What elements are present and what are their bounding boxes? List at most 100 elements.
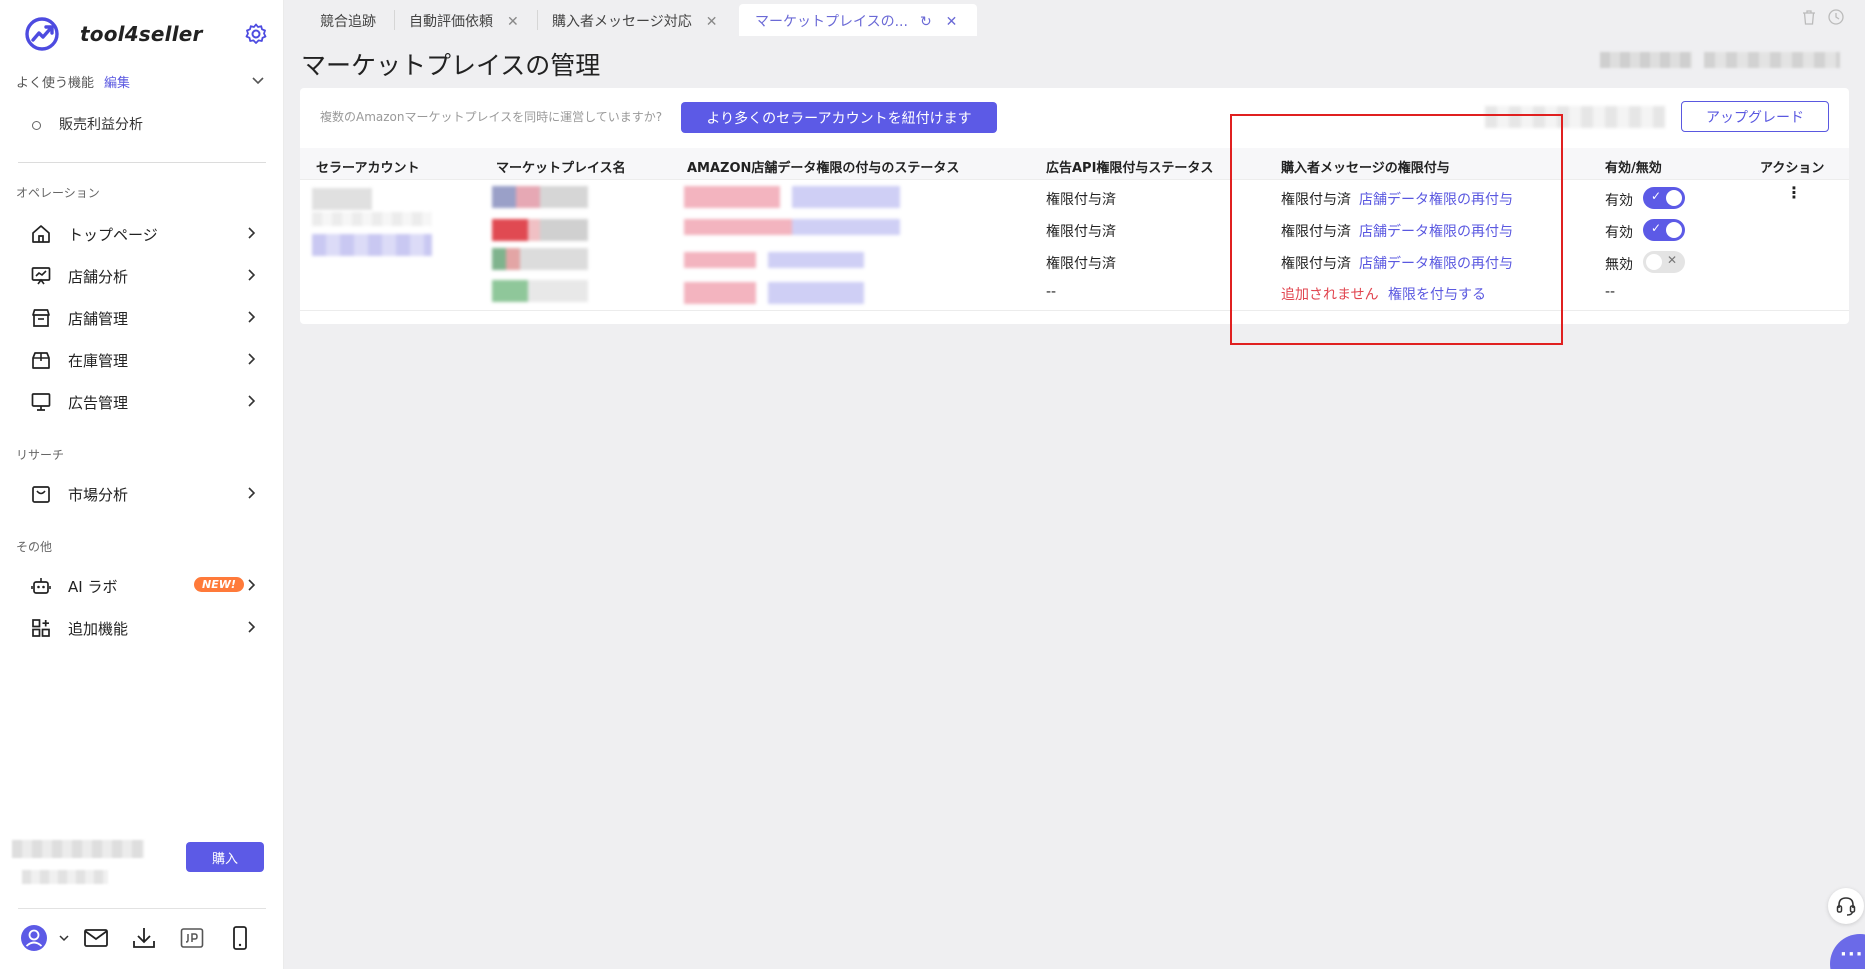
- chevron-right-icon: [248, 395, 256, 407]
- ad-api-status: 権限付与済: [1046, 256, 1116, 272]
- user-avatar-icon[interactable]: [20, 924, 48, 952]
- chevron-right-icon: [248, 311, 256, 323]
- tab-label: 購入者メッセージ対応: [552, 14, 692, 30]
- marketplace-name-redacted: [492, 219, 588, 241]
- refresh-icon[interactable]: ↻: [920, 14, 932, 30]
- new-badge: NEW!: [194, 577, 244, 592]
- sidebar: tool4seller よく使う機能 編集 販売利益分析 オペレーション トップ…: [0, 0, 284, 969]
- sidebar-item-inventory-management[interactable]: 在庫管理: [30, 347, 260, 373]
- header-info-redacted: [1704, 52, 1840, 68]
- sidebar-item-label: 店舗管理: [68, 310, 129, 328]
- headset-icon: [1836, 897, 1856, 916]
- shopping-bag-icon: [32, 486, 50, 503]
- upgrade-button[interactable]: アップグレード: [1681, 101, 1829, 132]
- tab-auto-review-request[interactable]: 自動評価依頼 ✕: [409, 4, 519, 36]
- tab-competitor-tracking[interactable]: 競合追跡: [320, 4, 376, 36]
- logo-icon: [25, 17, 59, 51]
- box-icon: [32, 352, 50, 369]
- chart-board-icon: [31, 267, 51, 285]
- sidebar-item-market-analysis[interactable]: 市場分析: [30, 481, 260, 507]
- logo[interactable]: tool4seller: [24, 16, 274, 52]
- support-button[interactable]: [1828, 888, 1864, 924]
- favorites-label: よく使う機能: [16, 76, 95, 91]
- favorite-item-label: 販売利益分析: [59, 117, 143, 133]
- sidebar-bottom-divider: [18, 908, 266, 909]
- tab-marketplace-management[interactable]: マーケットプレイスの... ↻ ✕: [739, 4, 977, 36]
- chevron-down-icon[interactable]: [58, 932, 70, 944]
- marketplace-panel: 複数のAmazonマーケットプレイスを同時に運営していますか? より多くのセラー…: [300, 88, 1849, 324]
- home-icon: [32, 225, 50, 243]
- section-title-operations: オペレーション: [16, 186, 100, 200]
- favorite-item-profit-analysis[interactable]: 販売利益分析: [32, 114, 143, 134]
- header-info-redacted: [1600, 52, 1692, 68]
- apps-grid-icon: [32, 619, 50, 637]
- sidebar-item-label: 追加機能: [68, 620, 129, 638]
- toggle-knob: [1646, 254, 1662, 270]
- marketplace-name-redacted: [492, 186, 588, 208]
- toggle-knob: [1666, 190, 1682, 206]
- account-name-redacted: [12, 840, 144, 858]
- sidebar-item-store-management[interactable]: 店舗管理: [30, 305, 260, 331]
- table-bottom-border: [300, 310, 1849, 311]
- account-plan-redacted: [22, 870, 108, 884]
- trash-icon[interactable]: [1800, 8, 1818, 26]
- download-icon[interactable]: [130, 924, 158, 952]
- tab-separator: [394, 10, 395, 30]
- seller-account-redacted: [312, 188, 372, 210]
- enabled-label: 有効: [1605, 225, 1633, 241]
- sidebar-item-label: トップページ: [68, 226, 158, 244]
- section-title-other: その他: [16, 540, 53, 554]
- tab-separator: [537, 10, 538, 30]
- section-title-research: リサーチ: [16, 448, 65, 462]
- marketplace-name-redacted: [492, 248, 588, 270]
- enabled-label: 有効: [1605, 193, 1633, 209]
- more-menu-button[interactable]: ···: [1830, 934, 1865, 969]
- favorites-edit-link[interactable]: 編集: [104, 72, 130, 91]
- tab-label: 自動評価依頼: [409, 14, 493, 30]
- sidebar-item-ads-management[interactable]: 広告管理: [30, 389, 260, 415]
- tab-buyer-messages[interactable]: 購入者メッセージ対応 ✕: [552, 4, 717, 36]
- clock-icon[interactable]: [1827, 8, 1845, 26]
- highlight-box: [1230, 114, 1563, 345]
- mail-icon[interactable]: [82, 924, 110, 952]
- marketplace-name-redacted: [492, 280, 588, 302]
- link-seller-account-button[interactable]: より多くのセラーアカウントを紐付けます: [681, 102, 997, 133]
- favorites-header: よく使う機能 編集: [16, 70, 266, 92]
- chevron-down-icon[interactable]: [250, 72, 266, 88]
- seller-id-redacted: [312, 212, 432, 226]
- mobile-icon[interactable]: [226, 924, 254, 952]
- store-data-status-redacted: [684, 186, 900, 208]
- column-header-seller-account: セラーアカウント: [316, 161, 420, 176]
- page-title: マーケットプレイスの管理: [301, 51, 601, 80]
- enable-toggle[interactable]: ✓: [1643, 187, 1685, 209]
- circle-icon: [32, 120, 41, 130]
- tab-bar: 競合追跡 自動評価依頼 ✕ 購入者メッセージ対応 ✕ マーケットプレイスの... ↻ ✕: [284, 0, 1865, 38]
- x-icon: ✕: [1666, 253, 1677, 267]
- column-header-ad-api-permission: 広告API権限付与ステータス: [1046, 161, 1214, 176]
- sidebar-item-label: 市場分析: [68, 486, 129, 504]
- store-data-status-redacted: [684, 282, 864, 304]
- language-jp-icon[interactable]: [178, 924, 206, 952]
- enable-toggle[interactable]: ✕: [1643, 251, 1685, 273]
- sidebar-item-label: AI ラボ: [68, 578, 118, 596]
- buy-button[interactable]: 購入: [186, 842, 264, 872]
- sidebar-item-label: 広告管理: [68, 394, 129, 412]
- enable-toggle[interactable]: ✓: [1643, 219, 1685, 241]
- column-header-store-data-permission: AMAZON店舗データ権限の付与のステータス: [687, 161, 960, 176]
- close-icon[interactable]: ✕: [706, 14, 718, 30]
- sidebar-item-add-ons[interactable]: 追加機能: [30, 615, 260, 641]
- ad-api-status: --: [1046, 284, 1057, 300]
- more-actions-icon[interactable]: ⋮: [1786, 183, 1802, 202]
- close-icon[interactable]: ✕: [946, 14, 958, 30]
- sidebar-item-ai-lab[interactable]: AI ラボ NEW!: [30, 573, 260, 599]
- check-icon: ✓: [1651, 189, 1662, 203]
- sidebar-item-top-page[interactable]: トップページ: [30, 221, 260, 247]
- seller-account-link-redacted: [312, 234, 432, 256]
- table-header: セラーアカウント マーケットプレイス名 AMAZON店舗データ権限の付与のステー…: [300, 148, 1849, 180]
- app-name: tool4seller: [80, 22, 203, 46]
- gear-icon[interactable]: [244, 22, 268, 46]
- close-icon[interactable]: ✕: [507, 14, 519, 30]
- store-data-status-redacted: [684, 252, 864, 268]
- sidebar-item-label: 店舗分析: [68, 268, 129, 286]
- sidebar-item-store-analysis[interactable]: 店舗分析: [30, 263, 260, 289]
